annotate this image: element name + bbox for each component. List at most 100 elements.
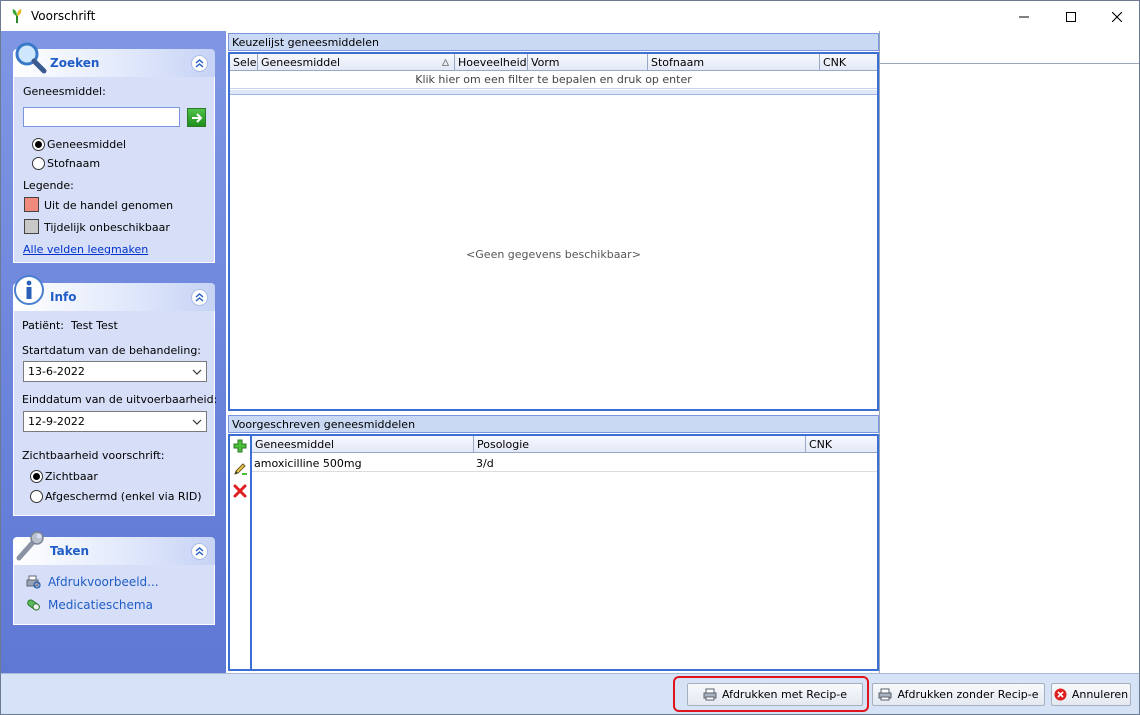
row-geneesmiddel: amoxicilline 500mg	[254, 457, 362, 470]
tasks-group-header[interactable]: Taken	[13, 531, 215, 565]
legend-title: Legende:	[23, 179, 74, 192]
filter-row[interactable]: Klik hier om een filter te bepalen en dr…	[230, 71, 877, 89]
start-date-label: Startdatum van de behandeling:	[22, 344, 202, 357]
selection-list-header: Keuzelijst geneesmiddelen	[228, 33, 879, 51]
printer-icon	[878, 688, 892, 701]
arrow-right-icon	[191, 112, 202, 123]
cancel-button[interactable]: Annuleren	[1051, 683, 1131, 706]
edit-button[interactable]	[233, 462, 247, 479]
visibility-label: Zichtbaarheid voorschrift:	[22, 449, 165, 462]
task-medication-schedule[interactable]: Medicatieschema	[26, 598, 153, 612]
chevron-up-double-icon	[195, 293, 204, 302]
print-with-recipe-label: Afdrukken met Recip-e	[721, 688, 848, 701]
wrench-icon	[16, 531, 44, 561]
col-hoeveelheid[interactable]: Hoeveelheid	[455, 54, 528, 71]
prescribed-list-title: Voorgeschreven geneesmiddelen	[232, 418, 416, 431]
main-area: Keuzelijst geneesmiddelen Selec Geneesmi…	[226, 31, 879, 673]
radio-zichtbaar[interactable]	[30, 470, 43, 483]
col-geneesmiddel-label: Geneesmiddel	[261, 56, 341, 69]
magnifier-icon	[15, 42, 47, 74]
print-with-recipe-button[interactable]: Afdrukken met Recip-e	[687, 683, 863, 706]
selection-grid[interactable]: Selec Geneesmiddel Hoeveelheid Vorm Stof…	[228, 52, 879, 411]
print-preview-icon	[26, 575, 41, 589]
patient-label: Patiënt:	[22, 319, 65, 332]
collapse-tasks-button[interactable]	[191, 543, 208, 560]
chevron-down-icon	[192, 369, 202, 375]
edit-icon	[234, 463, 247, 475]
info-icon	[14, 275, 44, 305]
col-selec[interactable]: Selec	[230, 54, 258, 71]
patient-value: Test Test	[71, 319, 118, 332]
chevron-up-double-icon	[195, 547, 204, 556]
table-row[interactable]: amoxicilline 500mg 3/d	[252, 454, 877, 472]
col-prescribed-geneesmiddel[interactable]: Geneesmiddel	[252, 436, 474, 453]
search-group-header[interactable]: Zoeken	[13, 42, 215, 77]
right-pane-header	[880, 31, 1139, 64]
sort-ascending-icon	[442, 59, 449, 66]
pill-icon	[27, 599, 40, 611]
legend-withdrawn-label: Uit de handel genomen	[44, 199, 174, 212]
tasks-group: Taken Afdrukvoorbeeld... Medicatieschema	[13, 531, 215, 625]
filter-separator	[230, 90, 877, 95]
cancel-label: Annuleren	[1071, 688, 1129, 701]
info-group: Info Patiënt: Test Test Startdatum van d…	[13, 275, 218, 516]
col-posologie[interactable]: Posologie	[474, 436, 806, 453]
search-group-body: Geneesmiddel: Geneesmiddel Stofnaam Lege…	[13, 77, 215, 263]
end-date-value: 12-9-2022	[28, 415, 85, 428]
end-date-label: Einddatum van de uitvoerbaarheid:	[22, 393, 218, 406]
add-button[interactable]	[233, 439, 247, 456]
minimize-icon	[1019, 16, 1029, 17]
legend-unavailable-label: Tijdelijk onbeschikbaar	[44, 221, 170, 234]
radio-stofnaam[interactable]	[32, 157, 45, 170]
task-print-preview-label: Afdrukvoorbeeld...	[48, 575, 159, 589]
tasks-group-body: Afdrukvoorbeeld... Medicatieschema	[13, 565, 215, 625]
right-pane	[879, 31, 1139, 673]
print-without-recipe-label: Afdrukken zonder Recip-e	[897, 688, 1039, 701]
clear-fields-link[interactable]: Alle velden leegmaken	[23, 243, 148, 256]
search-go-button[interactable]	[187, 108, 206, 127]
prescribed-toolbar	[230, 436, 252, 669]
start-date-picker[interactable]: 13-6-2022	[23, 361, 207, 382]
prescribed-list-header: Voorgeschreven geneesmiddelen	[228, 415, 879, 433]
close-button[interactable]	[1094, 1, 1140, 32]
print-without-recipe-button[interactable]: Afdrukken zonder Recip-e	[872, 683, 1045, 706]
tasks-group-title: Taken	[50, 544, 90, 558]
task-pane: Zoeken Geneesmiddel: Geneesmiddel Stofna…	[1, 31, 226, 673]
radio-afgeschermd[interactable]	[30, 490, 43, 503]
radio-geneesmiddel[interactable]	[32, 138, 45, 151]
radio-zichtbaar-label: Zichtbaar	[45, 470, 98, 483]
printer-icon	[703, 688, 717, 701]
info-group-header[interactable]: Info	[13, 275, 215, 311]
chevron-down-icon	[192, 419, 202, 425]
window-title: Voorschrift	[31, 9, 96, 23]
info-group-title: Info	[50, 290, 77, 304]
col-geneesmiddel[interactable]: Geneesmiddel	[258, 54, 455, 71]
maximize-button[interactable]	[1048, 1, 1094, 32]
empty-grid-message: <Geen gegevens beschikbaar>	[466, 248, 641, 261]
prescribed-grid[interactable]: Geneesmiddel Posologie CNK amoxicilline …	[228, 434, 879, 671]
delete-button[interactable]	[233, 484, 247, 501]
start-date-value: 13-6-2022	[28, 365, 85, 378]
cancel-icon	[1054, 688, 1067, 701]
row-posologie: 3/d	[476, 457, 494, 470]
legend-swatch-withdrawn	[24, 197, 39, 212]
col-vorm[interactable]: Vorm	[528, 54, 648, 71]
delete-icon	[233, 484, 247, 498]
title-bar: Voorschrift	[0, 0, 1140, 31]
search-group-title: Zoeken	[50, 56, 100, 70]
col-cnk[interactable]: CNK	[820, 54, 877, 71]
search-group: Zoeken Geneesmiddel: Geneesmiddel Stofna…	[13, 42, 215, 263]
radio-geneesmiddel-label: Geneesmiddel	[47, 138, 127, 151]
radio-afgeschermd-label: Afgeschermd (enkel via RID)	[45, 490, 202, 503]
minimize-button[interactable]	[1001, 1, 1047, 32]
geneesmiddel-search-input[interactable]	[23, 107, 180, 127]
legend-swatch-unavailable	[24, 219, 39, 234]
add-icon	[233, 439, 247, 453]
collapse-info-button[interactable]	[191, 289, 208, 306]
col-stofnaam[interactable]: Stofnaam	[648, 54, 820, 71]
geneesmiddel-field-label: Geneesmiddel:	[23, 85, 106, 98]
end-date-picker[interactable]: 12-9-2022	[23, 411, 207, 432]
task-print-preview[interactable]: Afdrukvoorbeeld...	[26, 575, 159, 589]
col-prescribed-cnk[interactable]: CNK	[806, 436, 877, 453]
collapse-search-button[interactable]	[191, 55, 208, 72]
